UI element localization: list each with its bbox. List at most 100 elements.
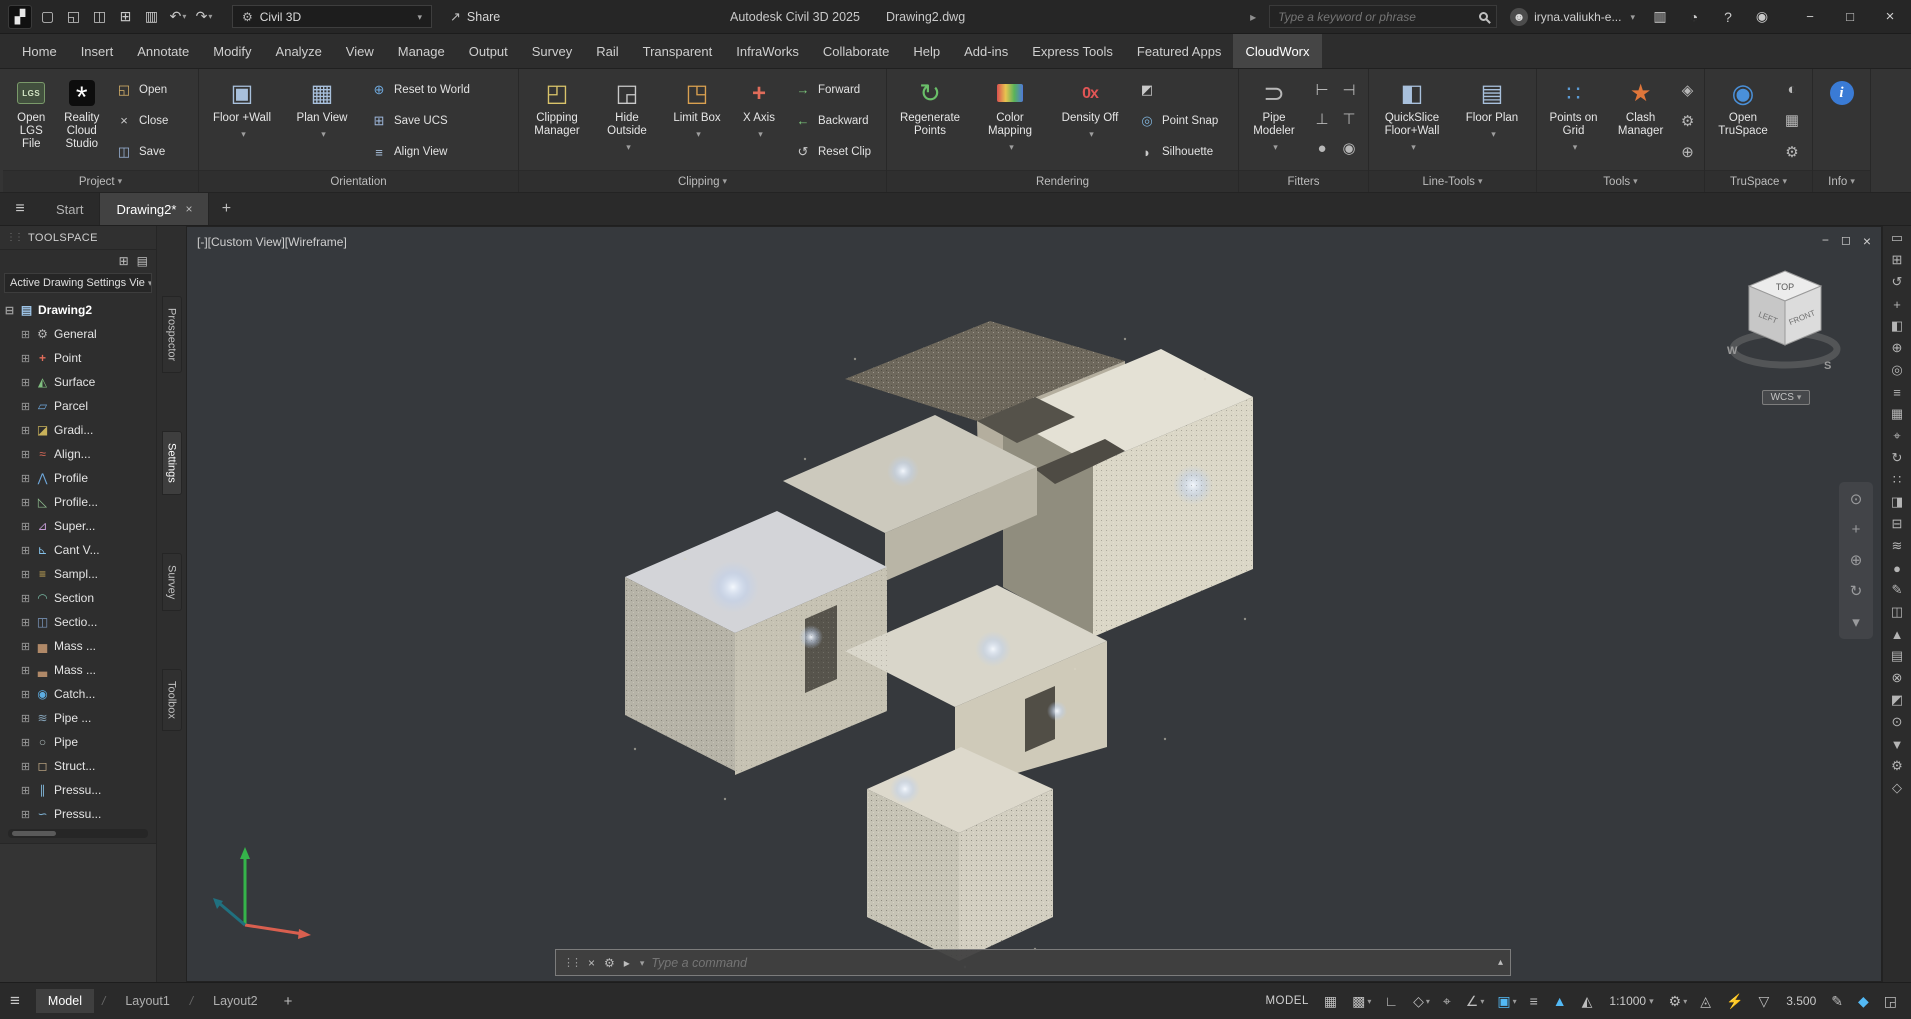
toolspace-panorama-icon[interactable]: ⊞ [119,254,129,268]
tree-item[interactable]: Point [0,346,156,370]
pipe-fitting-icon[interactable]: ⊢ [1309,76,1335,104]
user-dropdown-icon[interactable] [1627,10,1635,24]
ribbon-tab[interactable]: CloudWorx [1233,34,1321,68]
ribbon-tab[interactable]: Insert [69,34,126,68]
ribbon-tab[interactable]: Collaborate [811,34,902,68]
tools-extra-icon[interactable]: ⊕ [1675,143,1700,161]
tools-extra-icon[interactable]: ◈ [1675,81,1700,99]
model-space-indicator[interactable]: MODEL [1265,995,1308,1007]
save-as-icon[interactable]: ⊞ [114,5,138,29]
dropdown-arrow[interactable] [318,128,326,142]
viewcube-south-label[interactable]: S [1824,360,1831,372]
annotation-scale-selector[interactable]: 1:1000 [1605,992,1657,1010]
side-tool-icon[interactable]: ◧ [1887,319,1907,333]
color-mapping-button[interactable]: Color Mapping [971,72,1049,170]
quickslice-button[interactable]: QuickSlice Floor+Wall [1373,72,1451,170]
command-input[interactable] [651,956,1489,970]
save-project-button[interactable]: Save [112,139,190,165]
search-input[interactable] [1278,10,1471,24]
point-cloud-value[interactable]: 3.500 [1782,992,1820,1010]
pipe-fitting-icon[interactable]: ◉ [1336,134,1362,162]
point-snap-button[interactable]: Point Snap [1135,108,1227,134]
reset-to-world-button[interactable]: Reset to World [367,77,499,103]
side-tool-icon[interactable]: ▦ [1887,407,1907,421]
ribbon-tab[interactable]: Home [10,34,69,68]
dropdown-arrow[interactable] [1006,141,1014,155]
side-tool-icon[interactable]: ◫ [1887,605,1907,619]
selection-cycling-icon[interactable]: ▲ [1551,991,1571,1012]
align-view-button[interactable]: Align View [367,139,499,165]
panel-label-truspace[interactable]: TruSpace [1705,170,1812,192]
clip-forward-button[interactable]: Forward [791,77,875,103]
side-tool-icon[interactable]: + [1887,297,1907,311]
panel-label-fitters[interactable]: Fitters [1239,170,1368,192]
file-tabs-menu-icon[interactable] [0,193,40,225]
model-viewport[interactable]: [-][Custom View][Wireframe] [186,226,1882,982]
tree-item[interactable]: Mass ... [0,634,156,658]
side-tool-icon[interactable]: ⊕ [1887,341,1907,355]
workspace-dropdown-icon[interactable] [414,10,422,24]
toolspace-tab[interactable]: Settings [162,431,182,495]
minimize-button[interactable] [1801,9,1819,24]
viewcube-graphic[interactable]: W S TOP LEFT FRONT [1721,261,1851,383]
panel-label-project[interactable]: Project [3,170,198,192]
toolspace-properties-icon[interactable]: ▤ [137,254,148,268]
ribbon-tab[interactable]: Help [901,34,952,68]
navigation-tool-icon[interactable]: ⊙ [1850,490,1863,508]
pipe-fitting-icon[interactable]: ⊥ [1309,105,1335,133]
search-chevron-icon[interactable] [1250,10,1256,24]
ribbon-tab[interactable]: Annotate [125,34,201,68]
annotation-monitor-icon[interactable]: ◭ [1580,991,1597,1012]
new-layout-button[interactable] [278,993,299,1010]
floor-wall-button[interactable]: Floor +Wall [203,72,281,170]
dropdown-arrow[interactable] [238,128,246,142]
collapse-icon[interactable] [4,304,15,317]
help-icon[interactable]: ? [1716,5,1740,29]
cart-icon[interactable]: ▥ [1648,5,1672,29]
ribbon-tab[interactable]: Transparent [631,34,725,68]
tree-item[interactable]: Struct... [0,754,156,778]
hardware-shield-icon[interactable]: ◆ [1856,991,1873,1012]
toolspace-hscrollbar[interactable] [8,829,148,838]
side-tool-icon[interactable]: ◇ [1887,781,1907,795]
expand-icon[interactable] [20,640,31,653]
side-tool-icon[interactable]: ≋ [1887,539,1907,553]
clip-backward-button[interactable]: Backward [791,108,875,134]
infer-constraints-icon[interactable]: ∟ [1382,991,1402,1012]
toolspace-header[interactable]: ⋮⋮ TOOLSPACE [0,226,156,250]
viewport-close-icon[interactable] [1863,233,1871,249]
tree-item[interactable]: Pressu... [0,802,156,826]
palette-grip-icon[interactable]: ⋮⋮ [6,232,22,243]
pipe-fitting-icon[interactable]: ⊤ [1336,105,1362,133]
clash-manager-button[interactable]: Clash Manager [1608,72,1673,170]
ribbon-tab[interactable]: Express Tools [1020,34,1125,68]
ribbon-tab[interactable]: View [334,34,386,68]
share-button[interactable]: Share [450,9,500,25]
pipe-fitting-icon[interactable]: ● [1309,134,1335,162]
notifications-icon[interactable]: ◔ [1682,5,1706,29]
panel-label-linetools[interactable]: Line-Tools [1369,170,1536,192]
new-drawing-button[interactable] [209,193,243,225]
expand-icon[interactable] [20,424,31,437]
ribbon-tab[interactable]: Add-ins [952,34,1020,68]
side-tool-icon[interactable]: ⊗ [1887,671,1907,685]
expand-icon[interactable] [20,496,31,509]
tree-item[interactable]: Catch... [0,682,156,706]
expand-icon[interactable] [20,712,31,725]
side-tool-icon[interactable]: ↻ [1887,451,1907,465]
ribbon-tab[interactable]: Output [457,34,520,68]
expand-icon[interactable] [20,400,31,413]
redo-icon[interactable]: ↷▾ [192,5,216,29]
ribbon-tab[interactable]: Modify [201,34,263,68]
side-tool-icon[interactable]: ∷ [1887,473,1907,487]
open-project-button[interactable]: Open [112,77,190,103]
new-file-icon[interactable]: ▢ [36,5,60,29]
expand-icon[interactable] [20,664,31,677]
save-ucs-button[interactable]: Save UCS [367,108,499,134]
filter-icon[interactable]: ▽ [1756,991,1773,1012]
viewport-restore-icon[interactable] [1841,233,1851,249]
object-snap-icon[interactable]: ▣▾ [1495,991,1518,1012]
tree-item[interactable]: Super... [0,514,156,538]
status-menu-icon[interactable] [10,991,20,1011]
tools-extra-icon[interactable]: ⚙ [1675,112,1700,130]
